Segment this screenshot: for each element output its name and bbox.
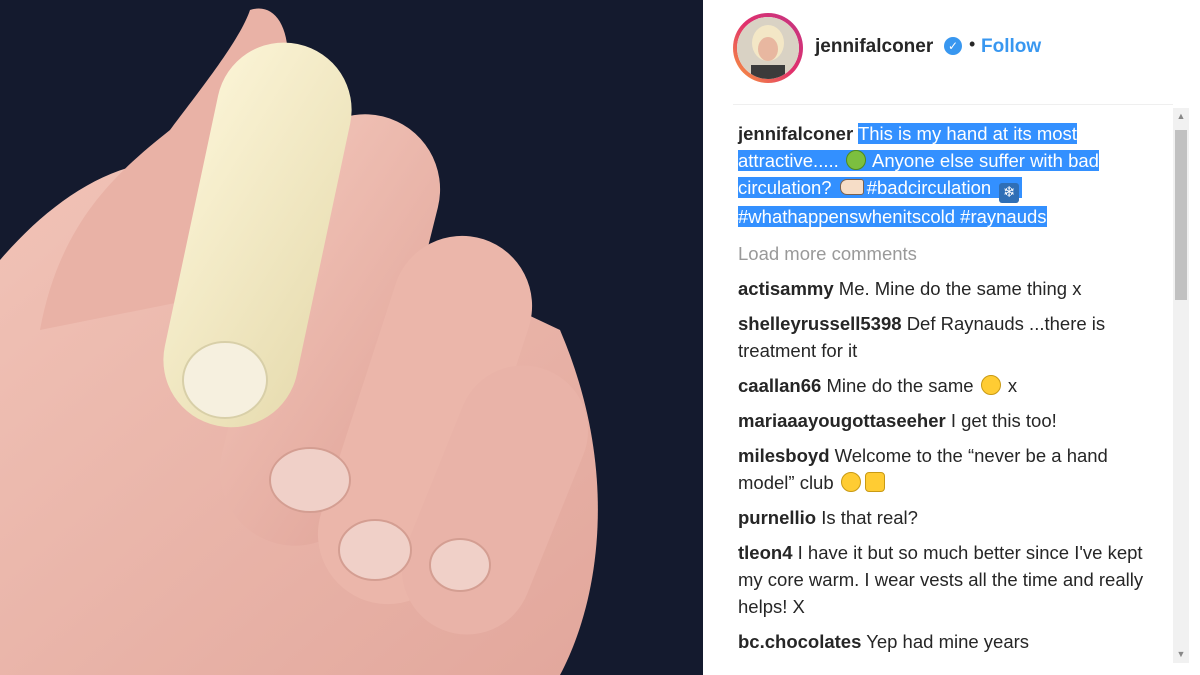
scroll-up-arrow-icon[interactable]: ▲ (1173, 108, 1189, 125)
comment-username[interactable]: mariaaayougottaseeher (738, 410, 946, 431)
comment-item: shelleyrussell5398 Def Raynauds ...there… (738, 310, 1163, 364)
worried-face-emoji-icon (980, 375, 1001, 395)
comment-text: Mine do the same (826, 375, 974, 396)
verified-badge-icon: ✓ (944, 37, 962, 55)
comment-item: purnellio Is that real? (738, 504, 1163, 531)
comments-list: jennifalconer This is my hand at its mos… (738, 120, 1163, 663)
comment-suffix: x (1007, 375, 1018, 396)
comment-text: Is that real? (821, 507, 918, 528)
comment-text: Yep had mine years (866, 631, 1030, 652)
post-sidebar: jennifalconer ✓ • Follow jennifalconer T… (703, 0, 1200, 675)
post-caption: jennifalconer This is my hand at its mos… (738, 120, 1163, 230)
comment-item: caallan66 Mine do the same x (738, 372, 1163, 399)
comment-username[interactable]: actisammy (738, 278, 834, 299)
snowflake-emoji-icon: ❄ (999, 183, 1020, 203)
post-photo (0, 0, 703, 675)
comment-username[interactable]: milesboyd (738, 445, 830, 466)
avatar[interactable] (733, 13, 803, 83)
load-more-comments-button[interactable]: Load more comments (738, 240, 1163, 267)
comment-item: mariaaayougottaseeher I get this too! (738, 407, 1163, 434)
thumbs-up-emoji-icon (864, 472, 885, 492)
comments-scrollbar[interactable]: ▲ ▼ (1173, 108, 1189, 663)
comment-item: actisammy Me. Mine do the same thing x (738, 275, 1163, 302)
comment-item: milesboyd Welcome to the “never be a han… (738, 442, 1163, 496)
follow-button[interactable]: Follow (981, 36, 1041, 58)
header-divider (733, 104, 1173, 105)
nauseated-face-emoji-icon (845, 150, 866, 170)
avatar-image (737, 17, 799, 79)
caption-hashtag-1[interactable]: #badcirculation (866, 177, 992, 198)
caption-username[interactable]: jennifalconer (738, 123, 853, 144)
comment-username[interactable]: tleon4 (738, 542, 792, 563)
separator-dot: • (969, 34, 976, 54)
scroll-down-arrow-icon[interactable]: ▼ (1173, 646, 1189, 663)
comment-username[interactable]: purnellio (738, 507, 816, 528)
comment-text: I get this too! (950, 410, 1057, 431)
header-username[interactable]: jennifalconer (815, 36, 933, 58)
comment-username[interactable]: bc.chocolates (738, 631, 861, 652)
comment-username[interactable]: caallan66 (738, 375, 821, 396)
scrollbar-thumb[interactable] (1175, 130, 1187, 300)
comment-username[interactable]: shelleyrussell5398 (738, 313, 902, 334)
comment-text: Me. Mine do the same thing x (838, 278, 1082, 299)
post-header: jennifalconer ✓ • Follow (703, 0, 1200, 100)
caption-hashtags-2[interactable]: #whathappenswhenitscold #raynauds (738, 206, 1047, 227)
comment-item: bc.chocolates Yep had mine years (738, 628, 1163, 655)
laughing-face-emoji-icon (840, 472, 861, 492)
hand-photo (0, 0, 703, 675)
comment-text: I have it but so much better since I've … (738, 542, 1144, 617)
comment-item: tleon4 I have it but so much better sinc… (738, 539, 1163, 620)
pointing-hand-emoji-icon (839, 179, 864, 195)
